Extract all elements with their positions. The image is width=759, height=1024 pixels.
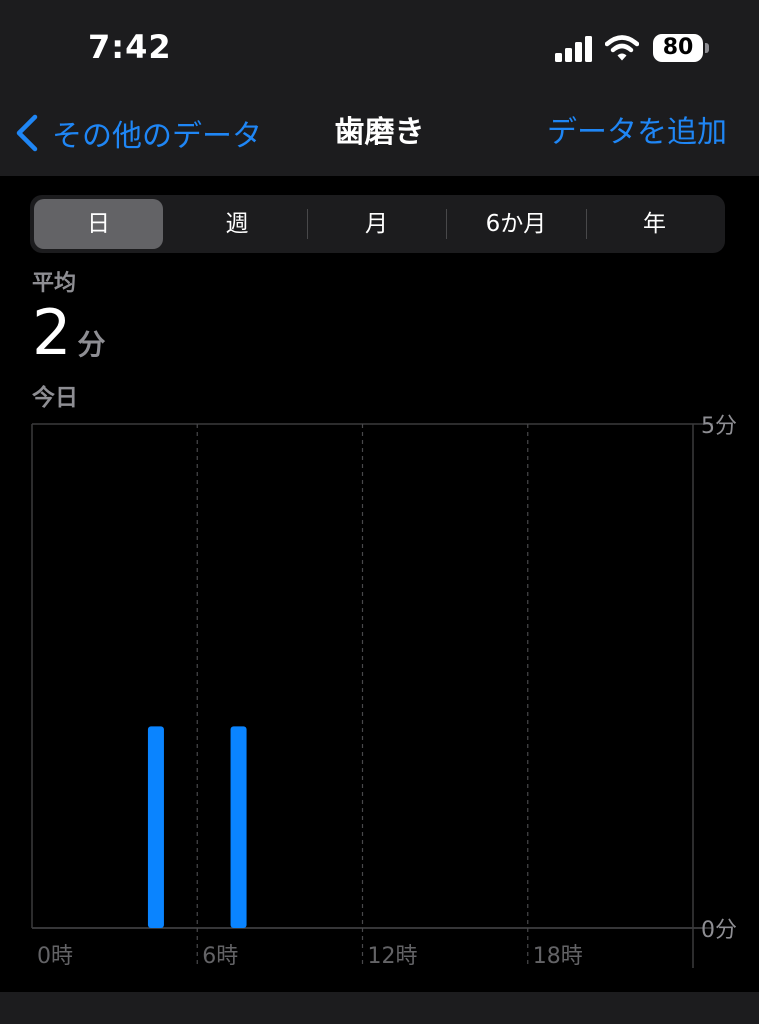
x-tick-label: 6時 (202, 944, 238, 969)
chart-bar (147, 726, 164, 928)
tab-month[interactable]: 月 (308, 199, 445, 249)
x-tick-label: 12時 (368, 944, 418, 969)
y-tick-label: 5分 (701, 414, 737, 439)
chart-bar (230, 726, 247, 928)
y-tick-label: 0分 (701, 918, 737, 943)
tab-year[interactable]: 年 (587, 199, 722, 249)
x-tick-label: 0時 (37, 944, 73, 969)
average-value: 2 分 (32, 296, 105, 369)
x-tick-label: 18時 (533, 944, 583, 969)
tab-day[interactable]: 日 (34, 199, 163, 249)
time-range-segmented-control: 日 週 月 6か月 年 (30, 195, 725, 253)
add-data-button[interactable]: データを追加 (547, 112, 727, 154)
cellular-signal-icon (555, 36, 593, 62)
date-label: 今日 (32, 385, 78, 411)
back-button[interactable]: その他のデータ (14, 112, 262, 154)
bottom-bar (0, 992, 759, 1024)
status-bar: 7:42 80 (0, 0, 759, 100)
battery-icon: 80 (653, 34, 703, 62)
brushing-chart[interactable]: 5分 0分 0時 6時 12時 18時 (0, 410, 759, 980)
status-time: 7:42 (88, 28, 172, 66)
tab-week[interactable]: 週 (169, 199, 305, 249)
average-unit: 分 (77, 328, 106, 361)
tab-6-months[interactable]: 6か月 (447, 199, 585, 249)
nav-bar: その他のデータ 歯磨き データを追加 (0, 100, 759, 176)
wifi-icon (605, 35, 639, 61)
average-number: 2 (32, 296, 72, 369)
battery-cap (705, 43, 709, 53)
chevron-left-icon (16, 114, 38, 152)
back-label: その他のデータ (52, 119, 262, 154)
average-label: 平均 (32, 271, 77, 296)
